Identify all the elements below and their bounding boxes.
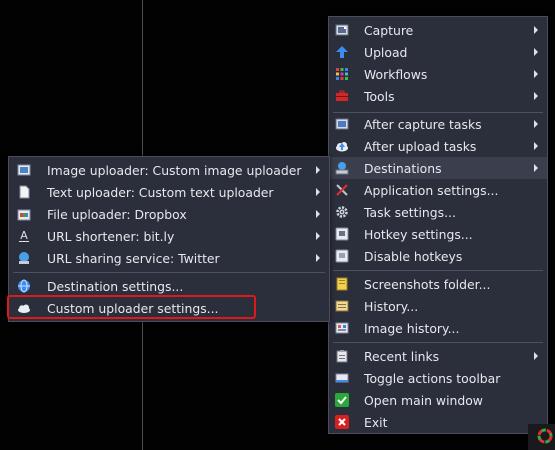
menu-separator [13, 272, 325, 273]
menu-item-upload[interactable]: Upload [329, 41, 547, 63]
menu-item-label: Upload [364, 44, 408, 60]
menu-item-after-capture-tasks[interactable]: After capture tasks [329, 113, 547, 135]
submenu-item-destination-settings[interactable]: Destination settings... [9, 275, 329, 297]
menu-item-label: Application settings... [364, 182, 499, 198]
menu-item-application-settings[interactable]: Application settings... [329, 179, 547, 201]
workflow-grid-icon [335, 67, 349, 81]
submenu-item-url-sharing[interactable]: URL sharing service: Twitter [9, 247, 329, 269]
submenu-item-label: Text uploader: Custom text uploader [47, 184, 274, 200]
menu-separator [333, 270, 543, 271]
menu-item-label: History... [364, 298, 419, 314]
menu-item-label: Hotkey settings... [364, 226, 473, 242]
submenu-item-label: File uploader: Dropbox [47, 206, 187, 222]
submenu-arrow-icon [534, 26, 538, 34]
gear-icon [335, 205, 349, 219]
submenu-arrow-icon [316, 254, 320, 262]
clipboard-icon [335, 349, 349, 363]
submenu-item-label: URL shortener: bit.ly [47, 228, 175, 244]
checkmark-icon [335, 393, 349, 407]
menu-item-capture[interactable]: Capture [329, 19, 547, 41]
menu-item-label: Destinations [364, 160, 442, 176]
history-icon [335, 299, 349, 313]
menu-item-hotkey-settings[interactable]: Hotkey settings... [329, 223, 547, 245]
menu-item-label: After upload tasks [364, 138, 477, 154]
app-tray-icon[interactable] [537, 428, 553, 444]
after-capture-icon [335, 117, 349, 131]
menu-item-label: Image history... [364, 320, 460, 336]
menu-item-label: Screenshots folder... [364, 276, 491, 292]
menu-item-history[interactable]: History... [329, 295, 547, 317]
submenu-item-image-uploader[interactable]: Image uploader: Custom image uploader [9, 159, 329, 181]
tray-context-menu: Capture Upload Workflows Tools After cap… [328, 16, 548, 434]
menu-item-after-upload-tasks[interactable]: After upload tasks [329, 135, 547, 157]
submenu-item-label: Destination settings... [47, 278, 184, 294]
menu-item-destinations[interactable]: Destinations [329, 157, 547, 179]
submenu-arrow-icon [534, 164, 538, 172]
menu-item-task-settings[interactable]: Task settings... [329, 201, 547, 223]
menu-item-label: Capture [364, 22, 414, 38]
submenu-arrow-icon [534, 48, 538, 56]
menu-item-recent-links[interactable]: Recent links [329, 345, 547, 367]
toolbar-icon [335, 371, 349, 385]
submenu-arrow-icon [316, 232, 320, 240]
camera-icon [335, 23, 349, 37]
keyboard-icon [335, 227, 349, 241]
wrench-screwdriver-icon [335, 183, 349, 197]
menu-item-disable-hotkeys[interactable]: Disable hotkeys [329, 245, 547, 267]
keyboard-disabled-icon [335, 249, 349, 263]
image-history-icon [335, 321, 349, 335]
svg-text:A: A [20, 229, 28, 242]
menu-item-image-history[interactable]: Image history... [329, 317, 547, 339]
menu-item-label: Tools [364, 88, 395, 104]
url-shortener-icon: A [17, 229, 31, 243]
sharing-globe-icon [17, 251, 31, 265]
menu-item-label: Exit [364, 414, 388, 430]
menu-item-tools[interactable]: Tools [329, 85, 547, 107]
submenu-arrow-icon [534, 352, 538, 360]
image-uploader-icon [17, 163, 31, 177]
submenu-item-file-uploader[interactable]: File uploader: Dropbox [9, 203, 329, 225]
submenu-arrow-icon [316, 166, 320, 174]
menu-item-label: Recent links [364, 348, 440, 364]
text-document-icon [17, 185, 31, 199]
menu-item-workflows[interactable]: Workflows [329, 63, 547, 85]
menu-item-label: Disable hotkeys [364, 248, 463, 264]
submenu-arrow-icon [534, 120, 538, 128]
file-uploader-icon [17, 207, 31, 221]
submenu-arrow-icon [534, 92, 538, 100]
submenu-item-label: Image uploader: Custom image uploader [47, 162, 302, 178]
toolbox-icon [335, 89, 349, 103]
submenu-arrow-icon [534, 70, 538, 78]
submenu-arrow-icon [316, 188, 320, 196]
menu-item-label: Open main window [364, 392, 483, 408]
submenu-arrow-icon [316, 210, 320, 218]
folder-icon [335, 277, 349, 291]
submenu-arrow-icon [534, 142, 538, 150]
cloud-upload-icon [335, 139, 349, 153]
menu-separator [333, 342, 543, 343]
menu-item-label: Workflows [364, 66, 428, 82]
menu-item-open-main-window[interactable]: Open main window [329, 389, 547, 411]
submenu-item-label: URL sharing service: Twitter [47, 250, 220, 266]
destinations-icon [335, 161, 349, 175]
menu-item-label: After capture tasks [364, 116, 482, 132]
highlight-annotation [7, 295, 256, 319]
menu-item-label: Task settings... [364, 204, 456, 220]
menu-item-screenshots-folder[interactable]: Screenshots folder... [329, 273, 547, 295]
submenu-item-url-shortener[interactable]: A URL shortener: bit.ly [9, 225, 329, 247]
globe-settings-icon [17, 279, 31, 293]
upload-arrow-icon [335, 45, 349, 59]
menu-item-toggle-actions-toolbar[interactable]: Toggle actions toolbar [329, 367, 547, 389]
menu-item-label: Toggle actions toolbar [364, 370, 501, 386]
menu-item-exit[interactable]: Exit [329, 411, 547, 433]
submenu-item-text-uploader[interactable]: Text uploader: Custom text uploader [9, 181, 329, 203]
close-icon [335, 415, 349, 429]
